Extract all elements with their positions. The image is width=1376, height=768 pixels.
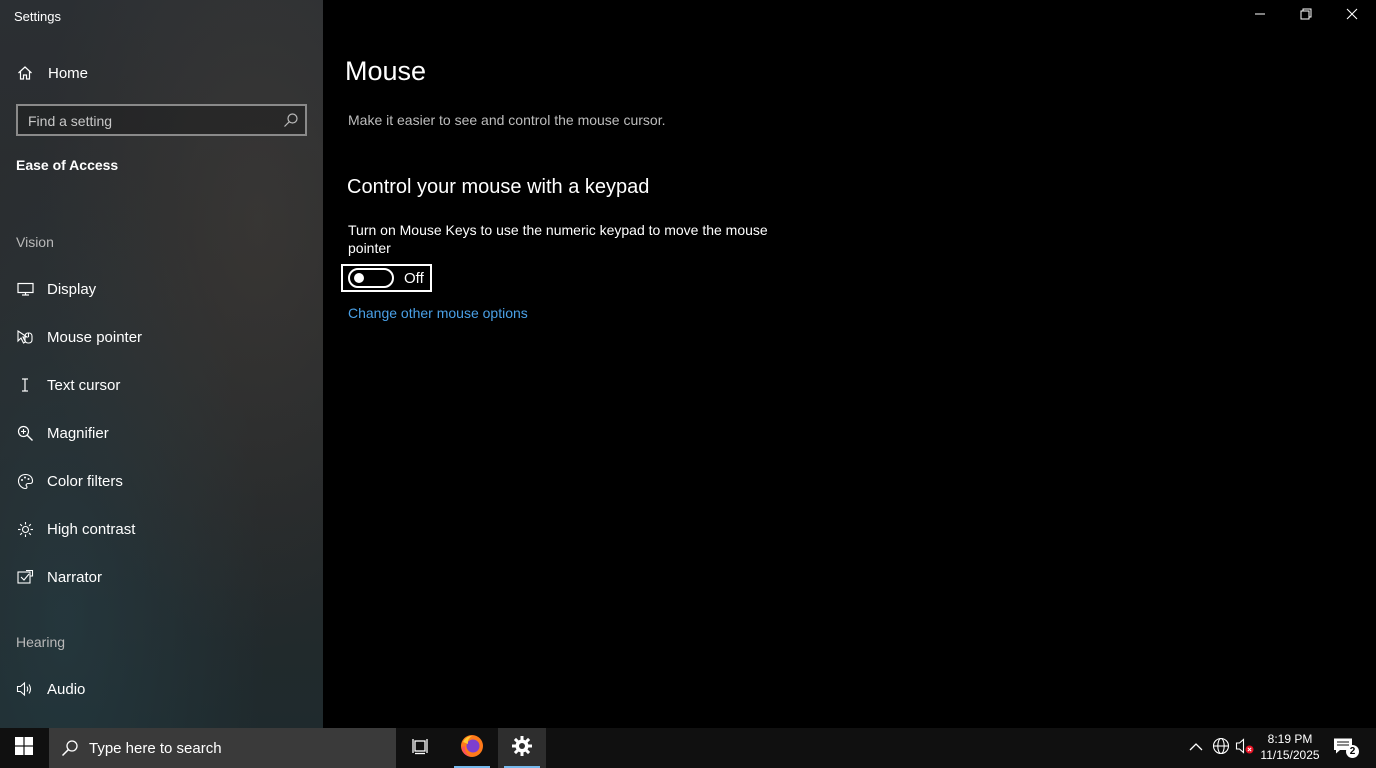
- home-icon: [16, 64, 34, 82]
- sidebar-item-text-cursor[interactable]: Text cursor: [0, 365, 323, 405]
- gear-icon: [511, 735, 533, 762]
- sidebar-item-audio[interactable]: Audio: [0, 669, 323, 709]
- mouse-keys-toggle[interactable]: Off: [341, 264, 432, 292]
- taskbar-search-placeholder: Type here to search: [89, 740, 222, 757]
- settings-search-input[interactable]: [28, 111, 278, 131]
- chevron-up-icon: [1189, 739, 1203, 757]
- sidebar-item-label: Home: [48, 64, 89, 82]
- sidebar: Settings Home Ease of Access Vision Disp…: [0, 0, 323, 728]
- current-section-title: Ease of Access: [16, 157, 119, 173]
- search-icon[interactable]: [283, 112, 299, 128]
- high-contrast-icon: [16, 520, 34, 538]
- mouse-pointer-icon: [16, 328, 34, 346]
- monitor-icon: [16, 280, 34, 298]
- task-view-icon: [411, 737, 431, 760]
- taskbar: Type here to search 8:19 PM 11/15/2025 2: [0, 728, 1376, 768]
- sidebar-item-label: Audio: [47, 680, 86, 698]
- show-hidden-icons-button[interactable]: [1186, 738, 1206, 758]
- sidebar-item-color-filters[interactable]: Color filters: [0, 461, 323, 501]
- windows-logo-icon: [15, 736, 33, 760]
- network-button[interactable]: [1211, 737, 1231, 760]
- clock-date: 11/15/2025: [1260, 748, 1320, 762]
- toggle-switch-track[interactable]: [348, 268, 394, 288]
- close-button[interactable]: [1329, 0, 1375, 32]
- sidebar-item-label: Display: [47, 280, 97, 298]
- main-content: Mouse Make it easier to see and control …: [323, 0, 1376, 728]
- taskbar-search-box[interactable]: Type here to search: [49, 728, 396, 768]
- search-icon: [61, 739, 79, 762]
- toggle-state-label: Off: [404, 270, 424, 287]
- sidebar-item-high-contrast[interactable]: High contrast: [0, 509, 323, 549]
- mouse-keys-description: Turn on Mouse Keys to use the numeric ke…: [348, 222, 768, 256]
- notification-count-badge: 2: [1346, 745, 1359, 758]
- minimize-button[interactable]: [1237, 0, 1283, 32]
- firefox-icon: [459, 733, 485, 764]
- sidebar-item-home[interactable]: Home: [0, 53, 323, 93]
- sidebar-item-label: Mouse pointer: [47, 328, 143, 346]
- sidebar-item-label: Color filters: [47, 472, 123, 490]
- speaker-muted-icon: [1235, 737, 1255, 760]
- close-icon: [1346, 7, 1358, 25]
- restore-button[interactable]: [1283, 0, 1329, 32]
- task-view-button[interactable]: [397, 728, 445, 768]
- change-other-mouse-options-link[interactable]: Change other mouse options: [348, 305, 528, 321]
- sidebar-item-magnifier[interactable]: Magnifier: [0, 413, 323, 453]
- section-heading: Control your mouse with a keypad: [347, 176, 650, 198]
- taskbar-clock[interactable]: 8:19 PM 11/15/2025: [1257, 731, 1323, 763]
- color-filters-icon: [16, 472, 34, 490]
- sidebar-item-display[interactable]: Display: [0, 269, 323, 309]
- toggle-switch-knob: [354, 273, 364, 283]
- sidebar-item-label: Text cursor: [47, 376, 121, 394]
- app-title: Settings: [14, 9, 61, 24]
- minimize-icon: [1254, 7, 1266, 25]
- taskbar-settings[interactable]: [498, 728, 546, 768]
- text-cursor-icon: [16, 376, 34, 394]
- clock-time: 8:19 PM: [1267, 732, 1313, 746]
- globe-network-icon: [1212, 737, 1230, 760]
- settings-search-box[interactable]: [16, 104, 307, 136]
- page-title: Mouse: [345, 56, 427, 86]
- sidebar-item-label: Magnifier: [47, 424, 109, 442]
- sidebar-item-label: High contrast: [47, 520, 136, 538]
- sidebar-item-label: Narrator: [47, 568, 103, 586]
- start-button[interactable]: [0, 728, 48, 768]
- sidebar-item-narrator[interactable]: Narrator: [0, 557, 323, 597]
- restore-icon: [1300, 7, 1312, 25]
- group-header-vision: Vision: [16, 234, 54, 250]
- magnifier-icon: [16, 424, 34, 442]
- page-subtitle: Make it easier to see and control the mo…: [348, 112, 666, 128]
- volume-button[interactable]: [1235, 737, 1255, 760]
- group-header-hearing: Hearing: [16, 634, 66, 650]
- narrator-icon: [16, 568, 34, 586]
- sidebar-item-mouse-pointer[interactable]: Mouse pointer: [0, 317, 323, 357]
- taskbar-firefox[interactable]: [448, 728, 496, 768]
- speaker-icon: [16, 680, 34, 698]
